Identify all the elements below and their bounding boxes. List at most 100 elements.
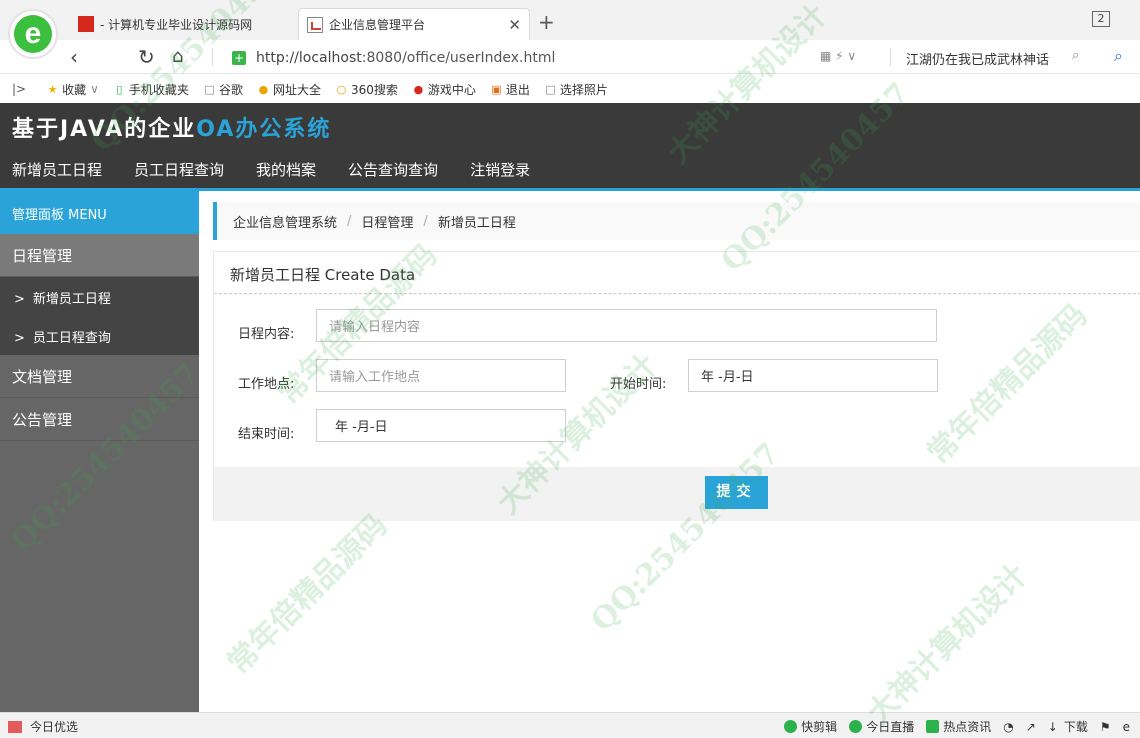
play-icon [784,720,798,733]
start-date-input[interactable]: 年 -月-日 [688,359,938,392]
game-icon: ● [413,82,424,96]
sidebar-item-label: 员工日程查询 [32,331,111,346]
breadcrumb-divider: / [347,213,352,229]
breadcrumb: 企业信息管理系统 / 日程管理 / 新增员工日程 [213,202,1140,240]
favicon-icon [78,16,94,32]
pin-icon[interactable]: ↗ [1026,720,1036,734]
bookmarks-bar: |> ★ 收藏 ∨ ▯ 手机收藏夹 □ 谷歌 ● 网址大全 ○ 360搜索 ● 游戏中心 ▣ 退… [0,75,1140,103]
browser-tab-1[interactable]: - 计算机专业毕业设计源码网 [70,8,298,40]
sidebar-title: 管理面板 MENU [0,191,199,234]
divider [890,48,891,66]
tab-count-badge[interactable]: 2 [1092,11,1110,27]
status-left[interactable]: 今日优选 [8,718,78,735]
speed-icon[interactable]: ◔ [1003,720,1013,734]
status-label: 快剪辑 [801,720,838,734]
submit-button[interactable]: 提交 [705,476,768,509]
content-input[interactable]: 请输入日程内容 [316,309,937,342]
news-icon [926,720,940,733]
bookmark-item[interactable]: ● 游戏中心 [412,81,476,98]
play-icon [849,720,863,733]
place-input[interactable]: 请输入工作地点 [316,359,566,392]
bookmark-item[interactable]: ○ 360搜索 [335,81,398,98]
tab-title: 企业信息管理平台 [329,18,426,32]
form-panel: 新增员工日程 Create Data 日程内容: 请输入日程内容 工作地点: 请… [213,251,1140,521]
home-icon[interactable]: ⌂ [172,46,183,68]
url-path: :8080/office/userIndex.html [361,50,556,66]
nav-schedule-query[interactable]: 员工日程查询 [122,155,240,180]
bookmark-label: 手机收藏夹 [128,82,189,97]
nav-notice-query[interactable]: 公告查询查询 [336,155,454,180]
bookmark-item[interactable]: ▣ 退出 [490,81,530,98]
url-input[interactable]: + http://localhost :8080/office/userInde… [232,48,812,68]
top-nav: 新增员工日程 员工日程查询 我的档案 公告查询查询 注销登录 [0,155,550,180]
sidebar-item-schedule-query[interactable]: > 员工日程查询 [0,316,199,355]
phone-icon: ▯ [116,82,123,96]
sidebar-group-schedule[interactable]: 日程管理 [0,234,199,277]
nav-logout[interactable]: 注销登录 [458,155,546,180]
brand-accent: OA办公系统 [196,117,332,142]
bookmark-item[interactable]: ▯ 手机收藏夹 [113,81,189,98]
status-right: 快剪辑 今日直播 热点资讯 ◔ ↗ ↓ 下载 ⚑ e [772,718,1130,735]
download-item[interactable]: ↓ 下载 [1048,718,1088,735]
breadcrumb-item[interactable]: 日程管理 [361,212,413,231]
page-icon: □ [204,82,215,96]
browser-logo[interactable]: e [8,9,58,59]
back-icon[interactable]: ‹ [70,46,78,68]
status-item[interactable]: 今日直播 [849,718,914,735]
divider [212,48,213,66]
bookmark-label: 网址大全 [272,82,321,97]
breadcrumb-item[interactable]: 企业信息管理系统 [233,212,337,231]
bookmark-item[interactable]: □ 谷歌 [203,81,243,98]
gift-icon [8,720,22,733]
bookmark-item[interactable]: ★ 收藏 ∨ [46,81,99,98]
bookmark-item[interactable]: ● 网址大全 [257,81,321,98]
globe-icon: ● [258,82,269,96]
new-tab-button[interactable]: + [538,10,555,34]
sidebar-group-documents[interactable]: 文档管理 [0,355,199,398]
search-icon[interactable]: ⌕ [1114,46,1123,66]
status-label: 下载 [1063,720,1088,734]
app-header: 基于JAVA的企业OA办公系统 新增员工日程 员工日程查询 我的档案 公告查询查… [0,103,1140,191]
sidebar-group-notices[interactable]: 公告管理 [0,398,199,441]
page-icon: □ [545,82,556,96]
search-icon[interactable]: ⌕ [1072,48,1079,63]
browser-tab-2[interactable]: 企业信息管理平台 ✕ [298,8,530,40]
end-date-input[interactable]: 年 -月-日 [316,409,566,442]
close-icon[interactable]: ✕ [508,16,521,34]
status-label: 热点资讯 [943,720,992,734]
status-bar: 今日优选 快剪辑 今日直播 热点资讯 ◔ ↗ ↓ 下载 ⚑ e [0,712,1140,738]
start-time-label: 开始时间: [610,377,667,392]
chevron-right-icon: > [14,292,25,307]
sidebar-item-add-schedule[interactable]: > 新增员工日程 [0,277,199,316]
status-item[interactable]: 热点资讯 [926,718,991,735]
sidebar-toggle-icon[interactable]: |> [12,82,26,96]
ie-icon[interactable]: e [1123,720,1130,734]
url-host: http://localhost [256,50,362,66]
nav-my-profile[interactable]: 我的档案 [244,155,332,180]
sidebar: 管理面板 MENU 日程管理 > 新增员工日程 > 员工日程查询 文档管理 公告管理 [0,191,199,712]
end-time-label: 结束时间: [238,427,295,442]
refresh-icon[interactable]: ↻ [138,46,155,68]
qr-icon[interactable]: ▦ ⚡ ∨ [820,49,856,63]
brand-main: 基于JAVA的企业 [12,117,197,142]
chevron-down-icon: ∨ [90,82,99,96]
address-bar: ‹ ↻ ⌂ + http://localhost :8080/office/us… [0,40,1140,74]
nav-add-schedule[interactable]: 新增员工日程 [0,155,118,180]
security-icon: + [232,51,246,65]
bookmark-item[interactable]: □ 选择照片 [544,81,608,98]
tab-title: - 计算机专业毕业设计源码网 [100,17,253,32]
bookmark-label: 360搜索 [350,82,398,97]
breadcrumb-item: 新增员工日程 [437,215,516,231]
favicon-icon [307,16,323,33]
exit-icon: ▣ [491,82,502,96]
search-icon: ○ [336,82,347,96]
flag-icon[interactable]: ⚑ [1100,720,1111,734]
main-content: 企业信息管理系统 / 日程管理 / 新增员工日程 新增员工日程 Create D… [199,191,1140,712]
star-icon: ★ [47,82,58,96]
status-item[interactable]: 快剪辑 [784,718,837,735]
chevron-right-icon: > [14,331,25,346]
bookmark-label: 收藏 [62,82,87,97]
form-footer: 提交 [214,467,1140,521]
form-title: 新增员工日程 Create Data [214,252,1140,294]
search-hint[interactable]: 江湖仍在我已成武林神话 [906,49,1049,68]
